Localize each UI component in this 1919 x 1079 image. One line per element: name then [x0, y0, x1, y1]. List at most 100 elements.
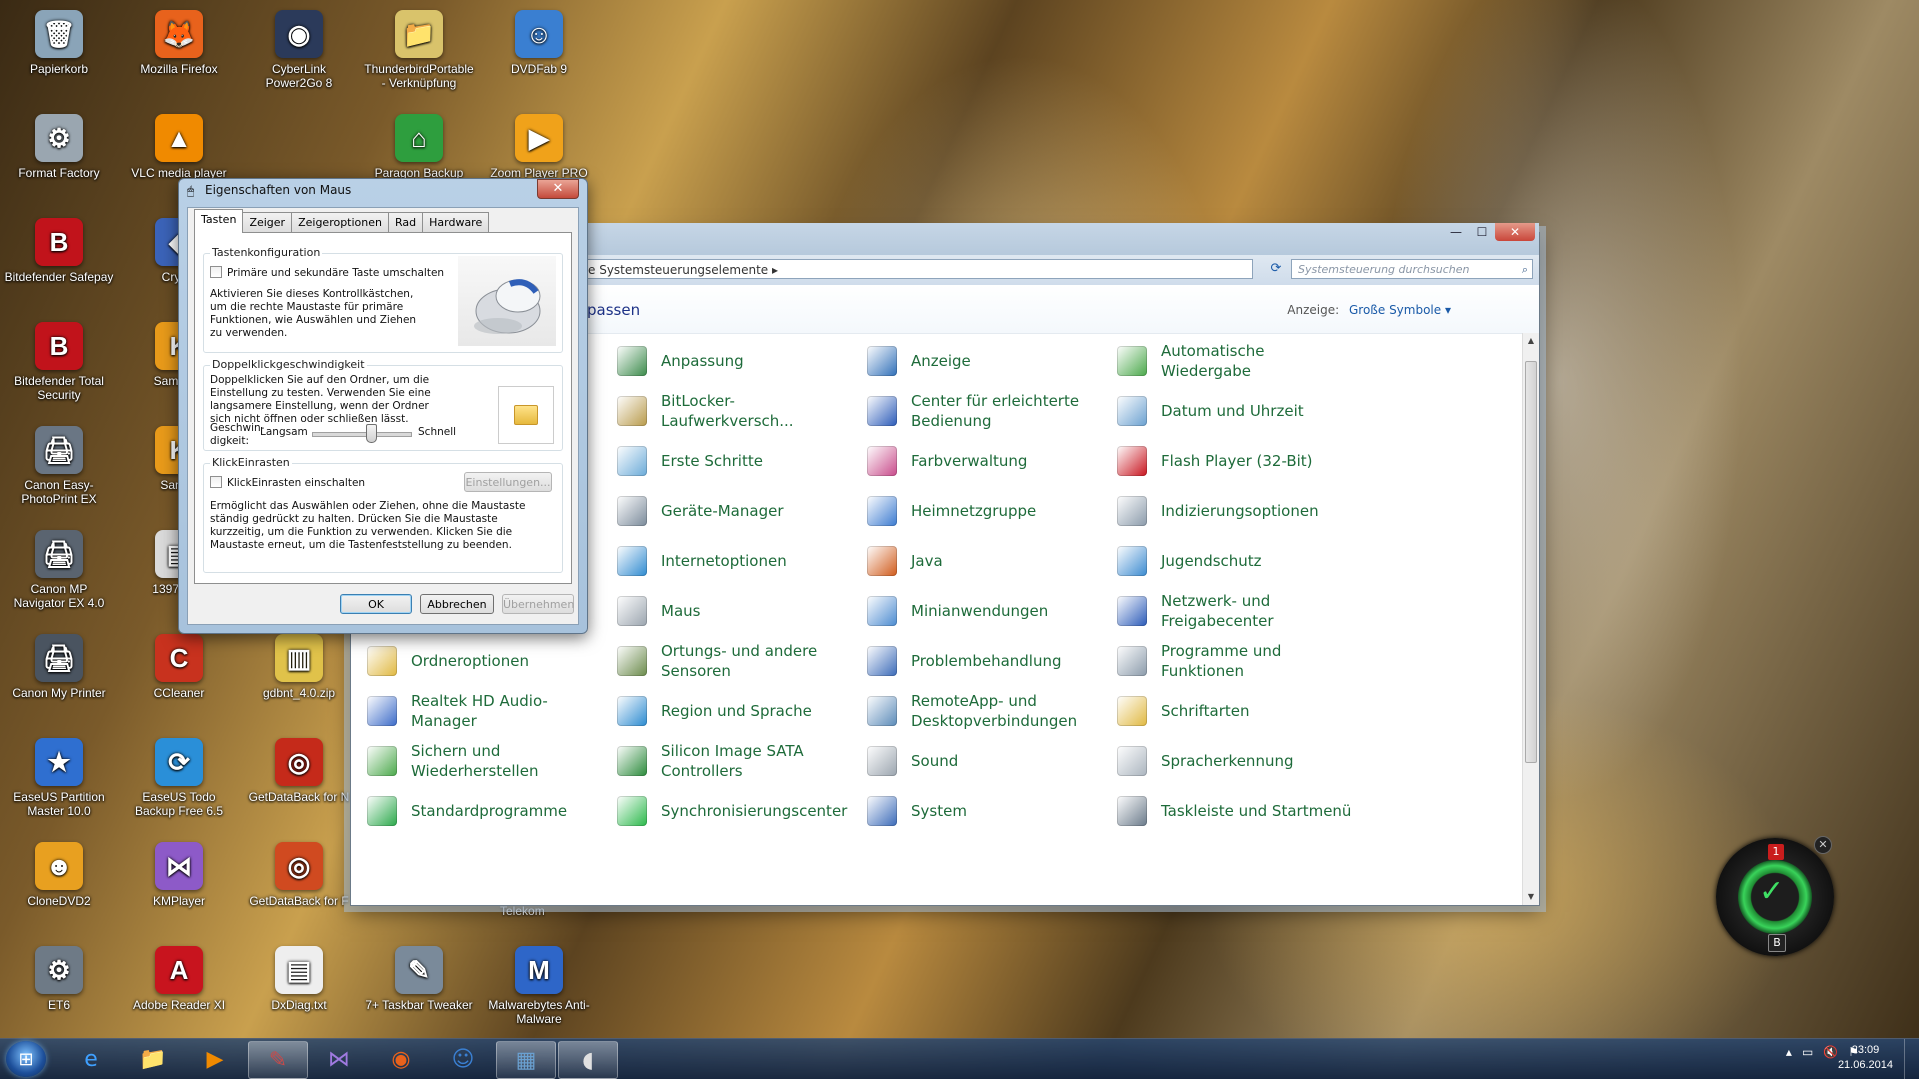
control-panel-item[interactable]: Flash Player (32-Bit) — [1117, 441, 1357, 481]
control-panel-item[interactable]: Spracherkennung — [1117, 741, 1357, 781]
easeus-partition-icon[interactable]: ★ — [35, 738, 83, 786]
desktop-icon-label-telekom[interactable]: Telekom — [500, 904, 545, 918]
control-panel-item[interactable]: Ordneroptionen — [367, 641, 607, 681]
control-panel-item[interactable]: Sichern und Wiederherstellen — [367, 741, 607, 781]
paragon-backup-icon[interactable]: ⌂ — [395, 114, 443, 162]
control-panel-item[interactable]: Problembehandlung — [867, 641, 1107, 681]
control-panel-item[interactable]: Schriftarten — [1117, 691, 1357, 731]
apply-button[interactable]: Übernehmen — [502, 594, 574, 614]
control-panel-item[interactable]: Anpassung — [617, 341, 857, 381]
control-panel-item[interactable]: Automatische Wiedergabe — [1117, 341, 1357, 381]
vertical-scrollbar[interactable]: ▲ ▼ — [1522, 333, 1539, 905]
desktop-gadget[interactable]: ✓ 1 B ✕ — [1716, 836, 1834, 956]
desktop-icon[interactable]: C CCleaner — [124, 630, 234, 700]
easeus-todo-icon[interactable]: ⟳ — [155, 738, 203, 786]
desktop-icon[interactable]: B Bitdefender Safepay — [4, 214, 114, 284]
folder-icon[interactable] — [514, 405, 538, 425]
taskbar-button-media[interactable]: ▶ — [186, 1041, 244, 1077]
et6-icon[interactable]: ⚙ — [35, 946, 83, 994]
clicklock-box[interactable] — [210, 476, 222, 488]
control-panel-item[interactable]: Erste Schritte — [617, 441, 857, 481]
tab-hardware[interactable]: Hardware — [422, 212, 490, 233]
desktop-icon[interactable]: M Malwarebytes Anti-Malware — [484, 942, 594, 1026]
cancel-button[interactable]: Abbrechen — [420, 594, 494, 614]
control-panel-item[interactable]: Maus — [617, 591, 857, 631]
control-panel-item[interactable]: RemoteApp- und Desktopverbindungen — [867, 691, 1107, 731]
power2go-icon[interactable]: ◉ — [275, 10, 323, 58]
desktop-icon[interactable]: 🖨 Canon MP Navigator EX 4.0 — [4, 526, 114, 610]
desktop-icon[interactable]: ✎ 7+ Taskbar Tweaker — [364, 942, 474, 1012]
taskbar-button-control-panel[interactable]: ▦ — [496, 1041, 556, 1079]
ccleaner-icon[interactable]: C — [155, 634, 203, 682]
ok-button[interactable]: OK — [340, 594, 412, 614]
control-panel-item[interactable]: Center für erleichterte Bedienung — [867, 391, 1107, 431]
scroll-up-icon[interactable]: ▲ — [1523, 333, 1539, 349]
taskbar-button-paint[interactable]: ✎ — [248, 1041, 308, 1079]
control-panel-item[interactable]: BitLocker-Laufwerkversch... — [617, 391, 857, 431]
control-panel-item[interactable]: Heimnetzgruppe — [867, 491, 1107, 531]
clonedvd-icon[interactable]: ☻ — [35, 842, 83, 890]
control-panel-item[interactable]: Silicon Image SATA Controllers — [617, 741, 857, 781]
thunderbird-portable-icon[interactable]: 📁 — [395, 10, 443, 58]
kmplayer-icon[interactable]: ⋈ — [155, 842, 203, 890]
control-panel-item[interactable]: Jugendschutz — [1117, 541, 1357, 581]
desktop-icon[interactable]: 🦊 Mozilla Firefox — [124, 6, 234, 76]
desktop-icon[interactable]: ⋈ KMPlayer — [124, 838, 234, 908]
start-button[interactable]: ⊞ — [6, 1041, 46, 1077]
clicklock-checkbox[interactable]: KlickEinrasten einschalten — [210, 476, 365, 490]
gadget-close-icon[interactable]: ✕ — [1814, 836, 1832, 854]
gadget-badge-top[interactable]: 1 — [1768, 844, 1784, 860]
maximize-button[interactable]: ☐ — [1469, 223, 1495, 241]
canon-photoprint-icon[interactable]: 🖨 — [35, 426, 83, 474]
desktop-icon[interactable]: ⚙ ET6 — [4, 942, 114, 1012]
control-panel-item[interactable]: Internetoptionen — [617, 541, 857, 581]
control-panel-item[interactable]: Sound — [867, 741, 1107, 781]
speed-slider-track[interactable] — [312, 432, 412, 437]
clock[interactable]: 23:09 21.06.2014 — [1838, 1043, 1893, 1073]
desktop-icon[interactable]: 🖨 Canon My Printer — [4, 630, 114, 700]
desktop-icon[interactable]: 📁 ThunderbirdPortable - Verknüpfung — [364, 6, 474, 90]
desktop-icon[interactable]: ▲ VLC media player — [124, 110, 234, 180]
search-icon[interactable]: ⌕ — [1522, 260, 1528, 280]
taskbar-button-explorer[interactable]: 📁 — [124, 1041, 182, 1077]
dialog-close-button[interactable]: ✕ — [537, 179, 579, 199]
control-panel-item[interactable]: Taskleiste und Startmenü — [1117, 791, 1357, 831]
search-input[interactable]: Systemsteuerung durchsuchen ⌕ — [1291, 259, 1533, 279]
firefox-icon[interactable]: 🦊 — [155, 10, 203, 58]
desktop-icon[interactable]: ☺ DVDFab 9 — [484, 6, 594, 76]
refresh-icon[interactable]: ⟳ — [1265, 259, 1287, 279]
desktop-icon[interactable]: ⟳ EaseUS Todo Backup Free 6.5 — [124, 734, 234, 818]
desktop-icon[interactable]: ▤ DxDiag.txt — [244, 942, 354, 1012]
control-panel-item[interactable]: Indizierungsoptionen — [1117, 491, 1357, 531]
canon-myprinter-icon[interactable]: 🖨 — [35, 634, 83, 682]
getdataback-ntfs-icon[interactable]: ◎ — [275, 738, 323, 786]
taskbar-button-ie[interactable]: e — [62, 1041, 120, 1077]
control-panel-item[interactable]: Netzwerk- und Freigabecenter — [1117, 591, 1357, 631]
control-panel-item[interactable]: Minianwendungen — [867, 591, 1107, 631]
control-panel-item[interactable]: Java — [867, 541, 1107, 581]
zoom-player-icon[interactable]: ▶ — [515, 114, 563, 162]
control-panel-item[interactable]: Ortungs- und andere Sensoren — [617, 641, 857, 681]
tray-icon[interactable]: ▴ — [1786, 1045, 1792, 1059]
tab-zeiger[interactable]: Zeiger — [242, 212, 293, 233]
getdataback-fat-icon[interactable]: ◎ — [275, 842, 323, 890]
taskbar-button-dvdfab[interactable]: ☺ — [434, 1041, 492, 1077]
address-input[interactable]: e Systemsteuerungselemente ▸ — [581, 259, 1253, 279]
adobe-reader-icon[interactable]: A — [155, 946, 203, 994]
control-panel-item[interactable]: Farbverwaltung — [867, 441, 1107, 481]
show-desktop-button[interactable] — [1904, 1039, 1919, 1079]
desktop-icon[interactable]: ▥ gdbnt_4.0.zip — [244, 630, 354, 700]
desktop-icon[interactable]: A Adobe Reader XI — [124, 942, 234, 1012]
taskbar-button-mouse[interactable]: ◖ — [558, 1041, 618, 1079]
vlc-icon[interactable]: ▲ — [155, 114, 203, 162]
control-panel-item[interactable]: Geräte-Manager — [617, 491, 857, 531]
desktop-icon[interactable]: ◉ CyberLink Power2Go 8 — [244, 6, 354, 90]
control-panel-item[interactable]: Standardprogramme — [367, 791, 607, 831]
control-panel-item[interactable]: Synchronisierungscenter — [617, 791, 857, 831]
desktop-icon[interactable]: ☻ CloneDVD2 — [4, 838, 114, 908]
test-folder[interactable] — [498, 386, 554, 444]
swap-buttons-box[interactable] — [210, 266, 222, 278]
control-panel-item[interactable]: Datum und Uhrzeit — [1117, 391, 1357, 431]
scroll-thumb[interactable] — [1525, 361, 1537, 763]
format-factory-icon[interactable]: ⚙ — [35, 114, 83, 162]
